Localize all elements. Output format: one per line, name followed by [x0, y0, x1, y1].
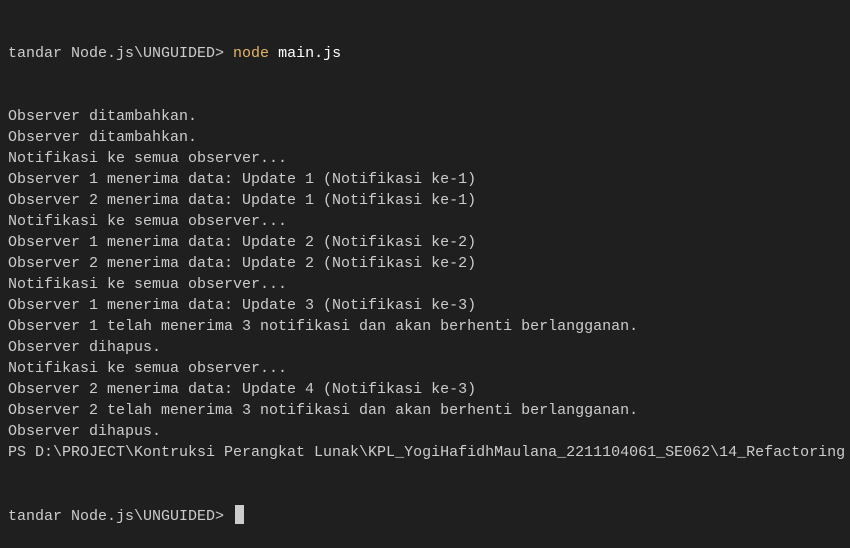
- command: node: [233, 45, 270, 62]
- output-line: Observer dihapus.: [8, 423, 162, 440]
- output-line: Observer 2 telah menerima 3 notifikasi d…: [8, 402, 639, 419]
- output-line: Observer dihapus.: [8, 339, 162, 356]
- output-line: PS D:\PROJECT\Kontruksi Perangkat Lunak\…: [8, 444, 846, 461]
- terminal-output: Observer ditambahkan. Observer ditambahka…: [8, 106, 850, 463]
- command-line: tandar Node.js\UNGUIDED> node main.js: [8, 43, 850, 64]
- output-line: Notifikasi ke semua observer...: [8, 150, 288, 167]
- cursor: [235, 505, 245, 524]
- command-arg: main.js: [269, 45, 342, 62]
- terminal[interactable]: tandar Node.js\UNGUIDED> node main.js Ob…: [0, 0, 850, 548]
- output-line: Notifikasi ke semua observer...: [8, 213, 288, 230]
- output-line: Observer ditambahkan.: [8, 129, 198, 146]
- prompt: tandar Node.js\UNGUIDED>: [8, 508, 234, 525]
- output-line: Observer 1 menerima data: Update 2 (Noti…: [8, 234, 477, 251]
- output-line: Observer 2 menerima data: Update 4 (Noti…: [8, 381, 477, 398]
- output-line: Observer 2 menerima data: Update 1 (Noti…: [8, 192, 477, 209]
- output-line: Notifikasi ke semua observer...: [8, 360, 288, 377]
- output-line: Observer 1 telah menerima 3 notifikasi d…: [8, 318, 639, 335]
- output-line: Observer 1 menerima data: Update 1 (Noti…: [8, 171, 477, 188]
- prompt: tandar Node.js\UNGUIDED>: [8, 45, 234, 62]
- output-line: Notifikasi ke semua observer...: [8, 276, 288, 293]
- output-line: Observer ditambahkan.: [8, 108, 198, 125]
- output-line: Observer 2 menerima data: Update 2 (Noti…: [8, 255, 477, 272]
- input-line[interactable]: tandar Node.js\UNGUIDED>: [8, 505, 850, 527]
- output-line: Observer 1 menerima data: Update 3 (Noti…: [8, 297, 477, 314]
